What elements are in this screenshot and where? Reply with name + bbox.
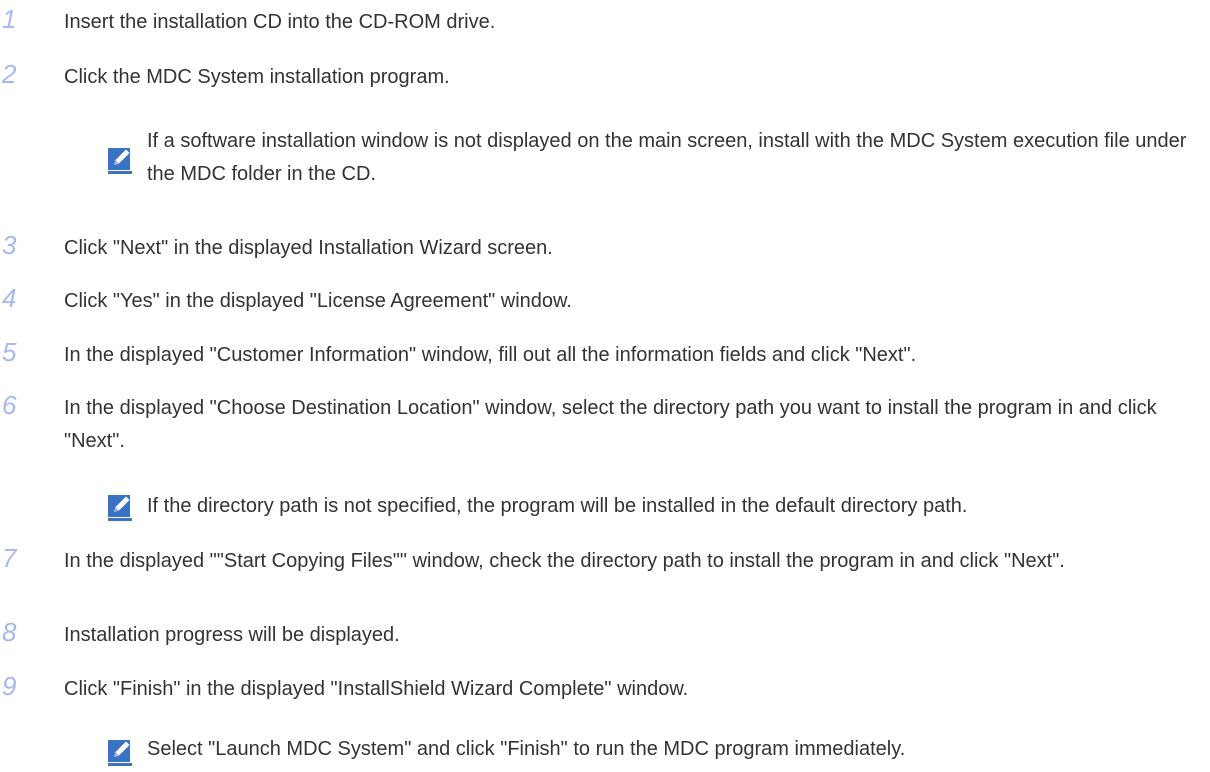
step-text: In the displayed ""Start Copying Files""… bbox=[64, 550, 1065, 572]
step-number: 5 bbox=[2, 337, 17, 367]
step-text: In the displayed "Customer Information" … bbox=[64, 344, 917, 366]
step-number: 2 bbox=[2, 59, 17, 89]
note-pencil-icon bbox=[106, 737, 136, 767]
note-text: If the directory path is not specified, … bbox=[147, 495, 968, 517]
step-number: 4 bbox=[2, 283, 17, 313]
step-number: 8 bbox=[2, 617, 17, 647]
note-pencil-icon bbox=[106, 492, 136, 522]
step-text: Insert the installation CD into the CD-R… bbox=[64, 11, 496, 33]
note-text: Select "Launch MDC System" and click "Fi… bbox=[147, 738, 906, 760]
step-text: Click "Yes" in the displayed "License Ag… bbox=[64, 290, 572, 312]
step-text: Click the MDC System installation progra… bbox=[64, 66, 450, 88]
step-number: 7 bbox=[2, 543, 17, 573]
step-text: Click "Next" in the displayed Installati… bbox=[64, 237, 553, 259]
note-text: If a software installation window is not… bbox=[147, 130, 1187, 185]
step-text: In the displayed "Choose Destination Loc… bbox=[64, 397, 1157, 452]
step-number: 3 bbox=[2, 230, 17, 260]
step-number: 9 bbox=[2, 671, 17, 701]
note-pencil-icon bbox=[106, 145, 136, 175]
step-number: 1 bbox=[2, 4, 17, 34]
step-text: Click "Finish" in the displayed "Install… bbox=[64, 678, 689, 700]
step-text: Installation progress will be displayed. bbox=[64, 624, 400, 646]
step-number: 6 bbox=[2, 390, 17, 420]
